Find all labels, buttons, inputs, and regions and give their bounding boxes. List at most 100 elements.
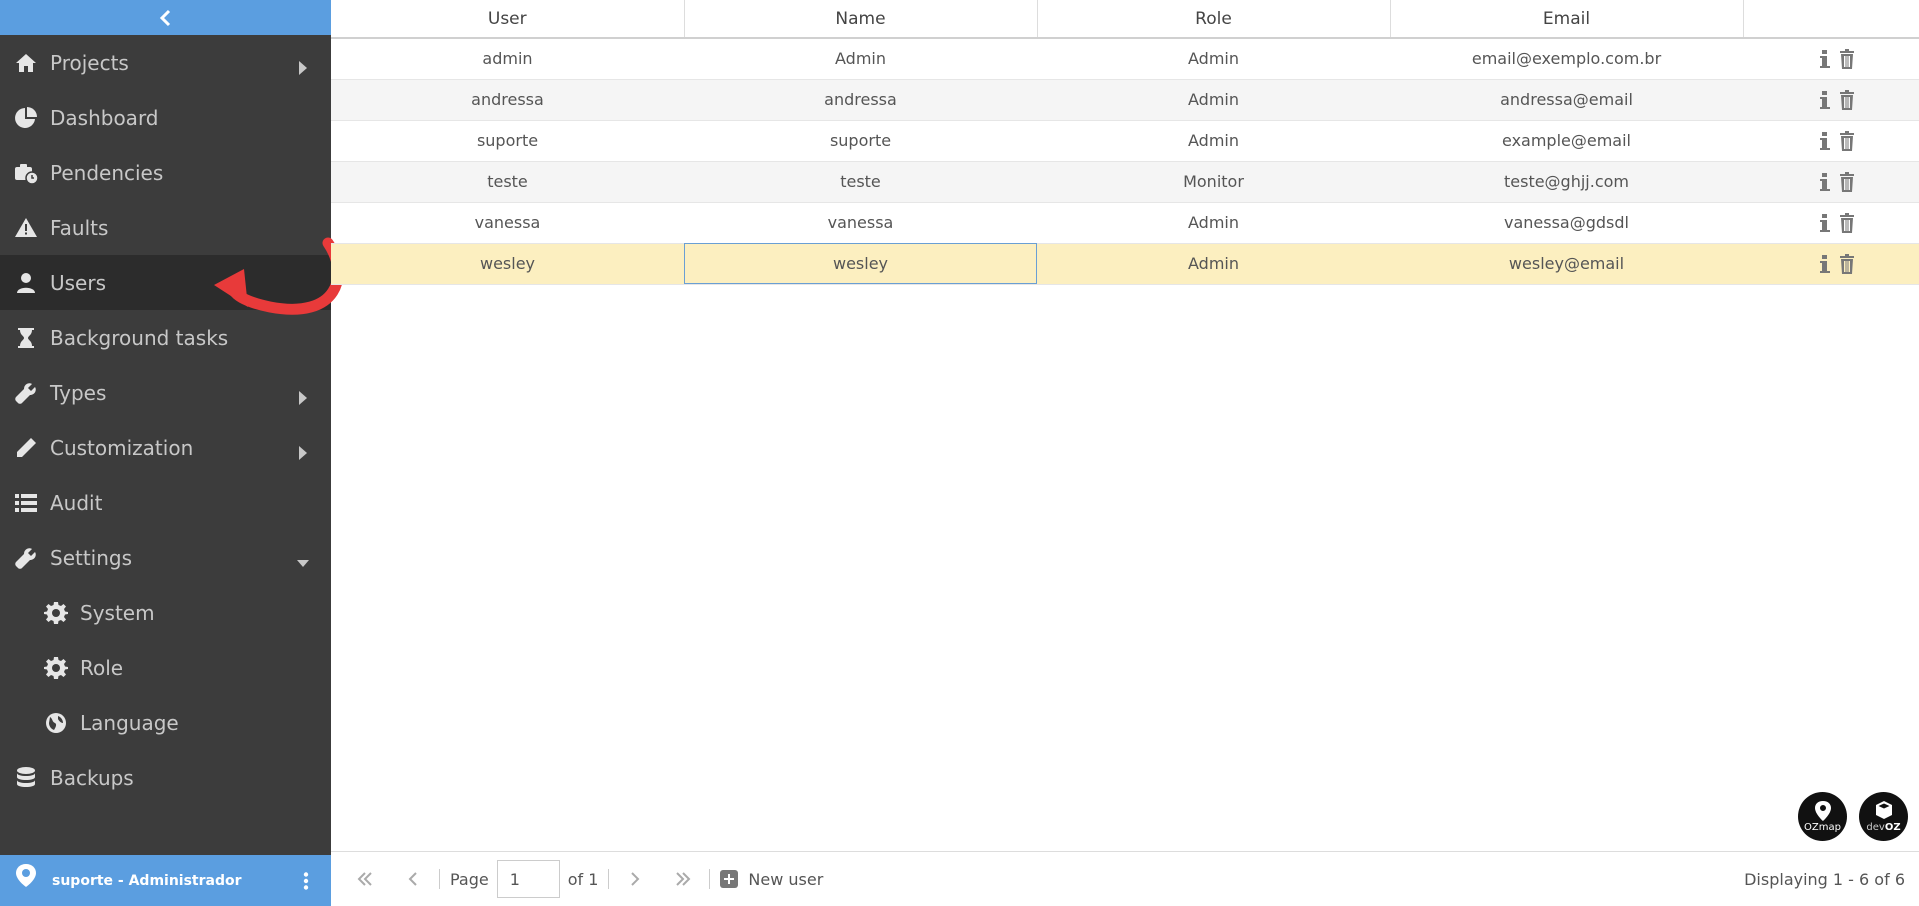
info-icon[interactable] [1817,49,1833,69]
pie-chart-icon [12,106,40,130]
cell-name[interactable]: Admin [684,38,1037,80]
double-chevron-left-icon [357,872,372,886]
next-page-button[interactable] [619,863,651,895]
collapse-sidebar-button[interactable] [0,0,331,35]
new-user-button[interactable]: New user [720,870,823,889]
table-row[interactable]: andressa andressa Admin andressa@email [331,79,1919,121]
info-icon[interactable] [1817,254,1833,274]
cell-role[interactable]: Admin [1037,202,1390,244]
last-page-button[interactable] [667,863,699,895]
cell-role[interactable]: Admin [1037,38,1390,80]
cell-role[interactable]: Monitor [1037,161,1390,203]
table-header-row: User Name Role Email [331,0,1919,39]
cell-user[interactable]: admin [331,38,684,80]
column-header-user[interactable]: User [331,0,685,39]
cell-email[interactable]: andressa@email [1390,79,1743,121]
caret-down-icon [297,551,309,567]
trash-icon[interactable] [1839,49,1855,69]
cell-email[interactable]: wesley@email [1390,243,1743,285]
wrench-icon [12,546,40,570]
cell-name-focused[interactable]: wesley [684,243,1037,285]
sidebar-item-system[interactable]: System [0,585,331,640]
sidebar-item-label: System [80,600,155,625]
users-table: User Name Role Email admin Admin Admin e… [331,0,1919,285]
cell-user[interactable]: wesley [331,243,684,285]
column-header-name[interactable]: Name [684,0,1038,39]
previous-page-button[interactable] [397,863,429,895]
cell-role[interactable]: Admin [1037,79,1390,121]
caret-right-icon [297,56,309,75]
devoz-badge[interactable]: devOZ [1859,792,1908,841]
first-page-button[interactable] [349,863,381,895]
cell-name[interactable]: teste [684,161,1037,203]
cell-role[interactable]: Admin [1037,120,1390,162]
sidebar-item-users[interactable]: Users [0,255,331,310]
column-header-role[interactable]: Role [1037,0,1391,39]
info-icon[interactable] [1817,213,1833,233]
gear-icon [42,601,70,625]
chevron-left-icon [159,9,170,26]
pencil-icon [12,436,40,460]
sidebar-item-role[interactable]: Role [0,640,331,695]
cell-user[interactable]: teste [331,161,684,203]
table-row[interactable]: teste teste Monitor teste@ghjj.com [331,161,1919,203]
cell-name[interactable]: suporte [684,120,1037,162]
sidebar-item-label: Faults [50,215,109,240]
sidebar-item-background-tasks[interactable]: Background tasks [0,310,331,365]
sidebar-item-label: Types [50,380,107,405]
cell-email[interactable]: example@email [1390,120,1743,162]
cell-user[interactable]: suporte [331,120,684,162]
sidebar-item-label: Dashboard [50,105,159,130]
table-row[interactable]: admin Admin Admin email@exemplo.com.br [331,38,1919,80]
page-number-input[interactable] [496,860,560,898]
cell-user[interactable]: andressa [331,79,684,121]
cell-email[interactable]: teste@ghjj.com [1390,161,1743,203]
cell-email[interactable]: email@exemplo.com.br [1390,38,1743,80]
trash-icon[interactable] [1839,89,1855,110]
new-user-label: New user [748,869,824,889]
cell-name[interactable]: andressa [684,79,1037,121]
cell-user[interactable]: vanessa [331,202,684,244]
sidebar-item-pendencies[interactable]: Pendencies [0,145,331,200]
table-row[interactable]: vanessa vanessa Admin vanessa@gdsdl [331,202,1919,244]
info-icon[interactable] [1817,172,1833,192]
sidebar-item-label: Language [80,710,179,735]
column-header-email[interactable]: Email [1390,0,1744,39]
toolbar-separator [439,869,440,889]
ozmap-badge[interactable]: OZmap [1798,792,1847,841]
sidebar-item-settings[interactable]: Settings [0,530,331,585]
map-pin-icon [1814,801,1831,821]
hourglass-icon [12,326,40,350]
table-row-selected[interactable]: wesley wesley Admin wesley@email [331,243,1919,285]
trash-icon[interactable] [1839,171,1855,192]
trash-icon[interactable] [1839,130,1855,151]
sidebar-item-label: Backups [50,765,134,790]
kebab-menu-icon[interactable] [303,871,309,890]
database-icon [12,766,40,790]
list-icon [12,491,40,515]
users-table-panel: User Name Role Email admin Admin Admin e… [331,0,1919,851]
sidebar-item-customization[interactable]: Customization [0,420,331,475]
toolbar-separator [709,869,711,889]
cell-name[interactable]: vanessa [684,202,1037,244]
user-account-bar[interactable]: suporte - Administrador [0,855,331,906]
sidebar-item-types[interactable]: Types [0,365,331,420]
sidebar-item-audit[interactable]: Audit [0,475,331,530]
trash-icon[interactable] [1839,212,1855,233]
table-row[interactable]: suporte suporte Admin example@email [331,120,1919,162]
sidebar-item-dashboard[interactable]: Dashboard [0,90,331,145]
toolbar-separator [608,869,610,889]
cell-email[interactable]: vanessa@gdsdl [1390,202,1743,244]
sidebar-item-label: Pendencies [50,160,164,185]
cell-role[interactable]: Admin [1037,243,1390,285]
sidebar-item-language[interactable]: Language [0,695,331,750]
sidebar-item-label: Projects [50,50,129,75]
sidebar-item-backups[interactable]: Backups [0,750,331,805]
sidebar-item-projects[interactable]: Projects [0,35,331,90]
globe-icon [42,711,70,735]
trash-icon[interactable] [1839,253,1855,274]
info-icon[interactable] [1817,90,1833,110]
cube-icon [1875,801,1892,819]
info-icon[interactable] [1817,131,1833,151]
sidebar-item-faults[interactable]: Faults [0,200,331,255]
